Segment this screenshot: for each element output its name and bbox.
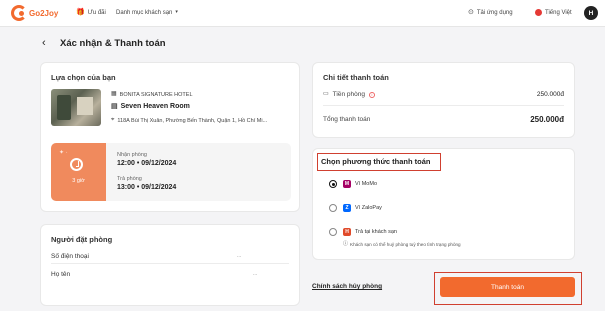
- clock-icon: [70, 158, 83, 171]
- checkin-value: 12:00 • 09/12/2024: [117, 160, 177, 167]
- momo-icon: M: [343, 180, 351, 188]
- language-label: Tiếng Việt: [545, 9, 572, 16]
- booker-title: Người đặt phòng: [51, 235, 113, 244]
- selection-title: Lựa chọn của bạn: [51, 73, 116, 82]
- avatar[interactable]: H: [584, 6, 598, 20]
- info-icon[interactable]: i: [368, 91, 375, 98]
- cancel-policy-link[interactable]: Chính sách hủy phòng: [312, 283, 382, 290]
- chevron-down-icon: ▾: [175, 9, 178, 15]
- payment-detail-title: Chi tiết thanh toán: [323, 73, 389, 82]
- nav-deals[interactable]: 🎁 Ưu đãi: [76, 9, 106, 16]
- checkout-value: 13:00 • 09/12/2024: [117, 184, 177, 191]
- hotel-image: [51, 89, 101, 126]
- logo[interactable]: Go2Joy: [11, 5, 58, 21]
- hotel-name: BONITA SIGNATURE HOTEL: [119, 91, 193, 98]
- checkin-label: Nhận phòng: [117, 152, 147, 158]
- radio-pay-at-hotel[interactable]: [329, 228, 337, 236]
- checkout-label: Trả phòng: [117, 176, 142, 182]
- room-price-row: ▭ Tiền phòng i: [323, 91, 375, 98]
- total-label-text: Tổng thanh toán: [323, 116, 371, 123]
- pay-at-hotel-note: ⓘ Khách sạn có thể huỷ phòng tuỳ theo tì…: [343, 241, 461, 248]
- logo-text: Go2Joy: [29, 8, 59, 18]
- logo-icon: [11, 5, 27, 21]
- location-pin-icon: ⌖: [111, 117, 115, 123]
- nav-deals-label: Ưu đãi: [87, 9, 106, 16]
- room-price-label: Tiền phòng: [332, 91, 365, 98]
- hotel-icon: H: [343, 228, 351, 236]
- download-app-label: Tải ứng dụng: [476, 9, 513, 16]
- nav-hotel-category[interactable]: Danh mục khách sạn ▾: [116, 9, 178, 16]
- name-value[interactable]: ...: [253, 271, 257, 277]
- divider: [323, 105, 564, 106]
- address-row: ⌖ 118A Bùi Thị Xuân, Phường Bến Thành, Q…: [111, 117, 267, 124]
- option-momo-label[interactable]: Ví MoMo: [355, 181, 377, 187]
- info-icon: ⓘ: [343, 241, 349, 247]
- download-app-link[interactable]: ⊙ Tải ứng dụng: [468, 9, 513, 16]
- payment-method-title: Chọn phương thức thanh toán: [321, 157, 431, 166]
- hotel-address: 118A Bùi Thị Xuân, Phường Bến Thành, Quậ…: [117, 117, 268, 124]
- payment-method-card: Chọn phương thức thanh toán M Ví MoMo Z …: [312, 148, 575, 260]
- option-pay-at-hotel-label[interactable]: Trả tại khách sạn: [355, 229, 397, 235]
- radio-momo[interactable]: [329, 180, 337, 188]
- booker-card: Người đặt phòng Số điện thoại ... Họ tên…: [40, 224, 300, 306]
- room-price-value: 250.000đ: [536, 91, 564, 98]
- page-title: Xác nhận & Thanh toán: [60, 38, 166, 49]
- phone-value[interactable]: ...: [237, 253, 241, 259]
- download-icon: ⊙: [468, 9, 474, 16]
- payment-detail-card: Chi tiết thanh toán ▭ Tiền phòng i 250.0…: [312, 62, 575, 138]
- zalopay-icon: Z: [343, 204, 351, 212]
- total-label: Tổng thanh toán: [323, 116, 370, 123]
- room-name-row: ▤ Seven Heaven Room: [111, 103, 190, 110]
- decorative-dots-icon: ✦ ·: [59, 150, 68, 156]
- bed-icon: ▤: [111, 103, 118, 110]
- name-label: Họ tên: [51, 271, 71, 278]
- duration-label: 3 giờ: [72, 178, 85, 184]
- selection-card: Lựa chọn của bạn ▦ BONITA SIGNATURE HOTE…: [40, 62, 300, 212]
- vietnam-flag-icon: [535, 9, 542, 16]
- pay-button[interactable]: Thanh toán: [440, 277, 575, 297]
- divider: [51, 263, 289, 264]
- phone-label: Số điện thoại: [51, 253, 89, 260]
- total-value: 250.000đ: [530, 115, 564, 124]
- duration-badge: ✦ · 3 giờ: [51, 143, 106, 201]
- nav-hotel-category-label: Danh mục khách sạn: [116, 9, 173, 16]
- option-zalopay-label[interactable]: Ví ZaloPay: [355, 205, 382, 211]
- top-bar: Go2Joy 🎁 Ưu đãi Danh mục khách sạn ▾ ⊙ T…: [0, 0, 605, 27]
- gift-icon: 🎁: [76, 9, 85, 16]
- back-arrow-icon[interactable]: ‹: [42, 37, 46, 49]
- booking-time-box: ✦ · 3 giờ Nhận phòng 12:00 • 09/12/2024 …: [51, 143, 291, 201]
- radio-zalopay[interactable]: [329, 204, 337, 212]
- room-name: Seven Heaven Room: [120, 103, 190, 110]
- pay-at-hotel-note-text: Khách sạn có thể huỷ phòng tuỳ theo tình…: [350, 242, 461, 247]
- money-icon: ▭: [323, 91, 329, 97]
- language-selector[interactable]: Tiếng Việt: [535, 9, 572, 16]
- hotel-name-row: ▦ BONITA SIGNATURE HOTEL: [111, 91, 193, 98]
- building-icon: ▦: [111, 91, 117, 97]
